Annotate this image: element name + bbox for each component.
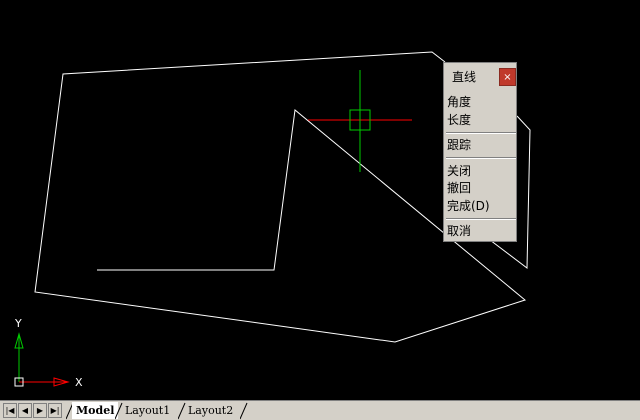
tab-layout1[interactable]: Layout1 bbox=[121, 402, 174, 419]
drawing-canvas[interactable]: Y X bbox=[0, 0, 640, 400]
drawing-svg bbox=[14, 51, 531, 387]
menu-item-undo[interactable]: 撤回 bbox=[447, 180, 471, 196]
tab-divider bbox=[240, 402, 248, 420]
menu-separator bbox=[446, 218, 516, 220]
line-context-menu: 直线 × 角度 长度 跟踪 关闭 撤回 完成(D) 取消 bbox=[443, 62, 517, 242]
menu-separator bbox=[446, 157, 516, 159]
tab-layout2[interactable]: Layout2 bbox=[184, 402, 237, 419]
ucs-x-label: X bbox=[75, 376, 83, 389]
last-tab-icon[interactable]: ▶| bbox=[48, 403, 62, 418]
context-menu-title: 直线 bbox=[452, 70, 477, 84]
menu-item-track[interactable]: 跟踪 bbox=[447, 137, 471, 153]
menu-item-done[interactable]: 完成(D) bbox=[447, 198, 490, 214]
close-icon[interactable]: × bbox=[499, 68, 516, 86]
menu-item-close[interactable]: 关闭 bbox=[447, 163, 471, 179]
first-tab-icon[interactable]: |◀ bbox=[3, 403, 17, 418]
tab-model[interactable]: Model bbox=[72, 402, 119, 419]
next-tab-icon[interactable]: ▶ bbox=[33, 403, 47, 418]
layout-tab-bar: |◀ ◀ ▶ ▶| Model Layout1 Layout2 bbox=[0, 400, 640, 420]
ucs-y-label: Y bbox=[15, 317, 22, 330]
prev-tab-icon[interactable]: ◀ bbox=[18, 403, 32, 418]
menu-item-angle[interactable]: 角度 bbox=[447, 94, 471, 110]
menu-separator bbox=[446, 132, 516, 134]
menu-item-length[interactable]: 长度 bbox=[447, 112, 471, 128]
menu-item-cancel[interactable]: 取消 bbox=[447, 223, 471, 239]
